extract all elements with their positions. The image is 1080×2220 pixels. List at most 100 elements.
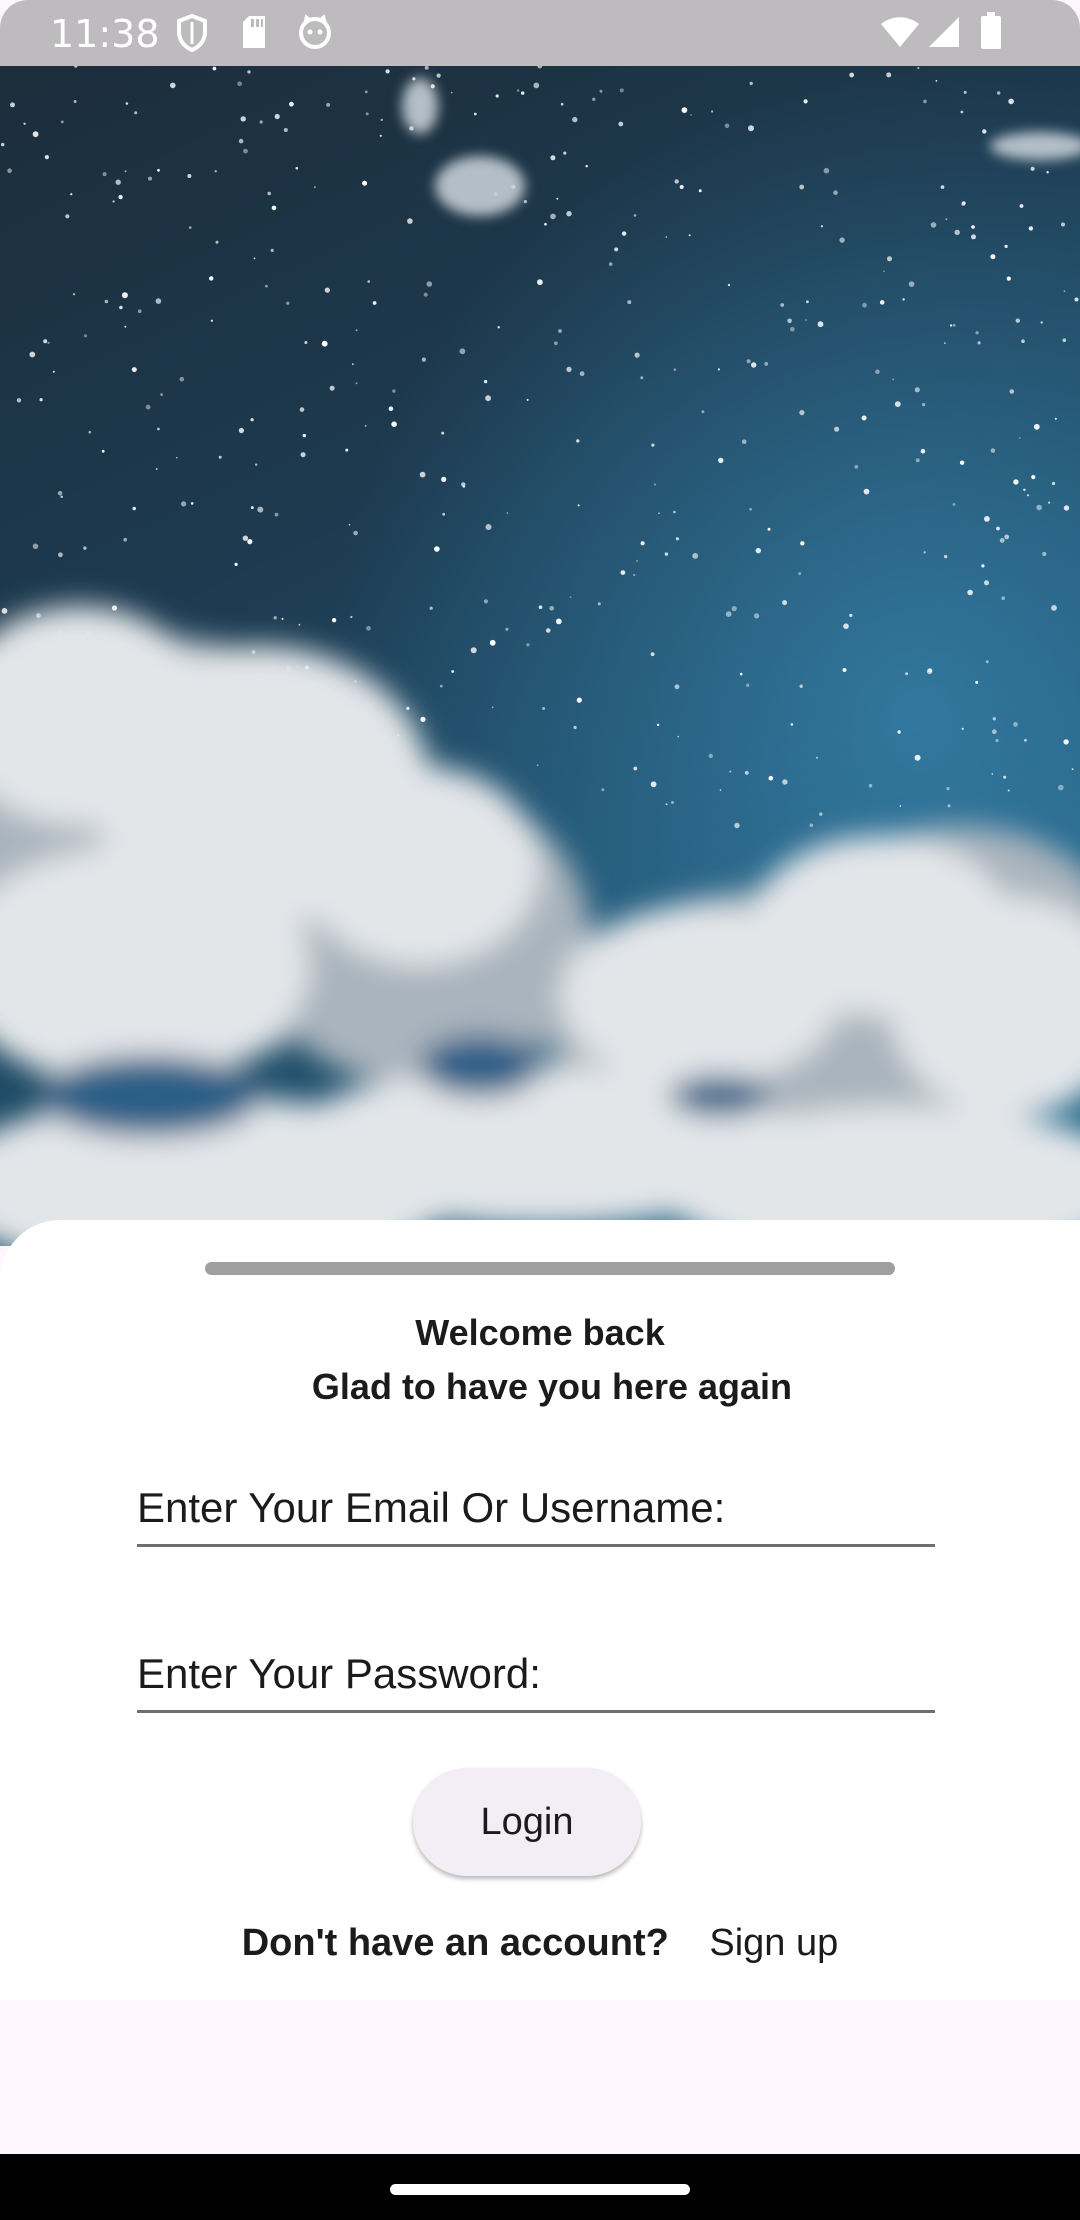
star [523,200,528,204]
star [782,779,788,785]
star [286,301,290,305]
signup-link[interactable]: Sign up [709,1922,838,1964]
password-input[interactable] [137,1650,935,1698]
star [124,325,127,328]
home-indicator[interactable] [390,2184,690,2195]
star [563,151,567,155]
star [790,723,794,726]
star [679,185,684,189]
star [145,404,151,410]
star [894,401,901,407]
star [749,81,753,86]
star [991,773,994,775]
star [1042,551,1047,557]
star [883,270,885,273]
star [1001,596,1005,600]
sd-card-icon [240,14,268,55]
login-sheet: Welcome back Glad to have you here again… [0,1220,1080,2000]
star [259,120,263,124]
star [935,80,938,82]
star [43,339,48,344]
star [544,222,547,226]
star [887,256,892,262]
star [782,600,788,606]
star [295,166,299,170]
star [137,309,142,313]
star [734,822,740,829]
star [650,652,655,657]
star [73,100,77,103]
star [289,101,294,107]
star [176,456,178,459]
star [621,231,627,236]
signup-prompt: Don't have an account? [241,1922,669,1964]
star [1048,501,1051,504]
star [526,643,530,647]
star [665,236,668,238]
star [634,352,640,358]
star [1019,204,1024,208]
star [1061,222,1065,227]
star [940,185,945,189]
star [790,326,795,332]
star [842,668,847,672]
star [123,537,127,542]
star [875,369,880,375]
email-field [137,1444,935,1547]
star [423,292,428,297]
star [806,300,809,304]
star [364,90,368,94]
star [419,471,426,478]
star [820,225,824,228]
star [658,512,660,514]
star [767,527,771,531]
star [579,371,585,377]
star [545,628,551,633]
star [16,398,22,403]
email-input[interactable] [137,1484,935,1532]
star [379,134,382,137]
star [1040,321,1043,324]
navigation-bar [0,2154,1080,2220]
star [345,448,349,452]
star [506,512,509,514]
star [234,562,238,566]
star [450,91,453,94]
star [719,789,722,791]
star [834,426,840,432]
star [746,359,751,364]
star [952,503,956,506]
star [300,452,306,458]
star [997,91,1001,95]
star [72,293,76,296]
star [908,281,915,287]
star [1015,318,1020,323]
star [768,775,774,781]
star [118,194,123,200]
star [961,727,964,730]
star [1008,98,1014,105]
drag-handle[interactable] [205,1262,895,1275]
star [60,495,63,498]
star [556,197,559,200]
star [863,488,870,495]
star [321,340,328,347]
star [391,421,397,428]
star [439,684,443,688]
star [618,121,624,127]
star [688,234,691,237]
password-field [137,1610,935,1713]
star [536,764,539,767]
star [237,81,243,87]
star [65,214,70,219]
star [497,326,500,329]
star [392,389,396,393]
star [959,460,965,465]
star [599,89,603,93]
star [112,200,115,203]
star [1030,166,1035,171]
star [434,546,440,552]
star [675,537,680,541]
login-button[interactable]: Login [413,1768,641,1876]
star [799,184,805,190]
